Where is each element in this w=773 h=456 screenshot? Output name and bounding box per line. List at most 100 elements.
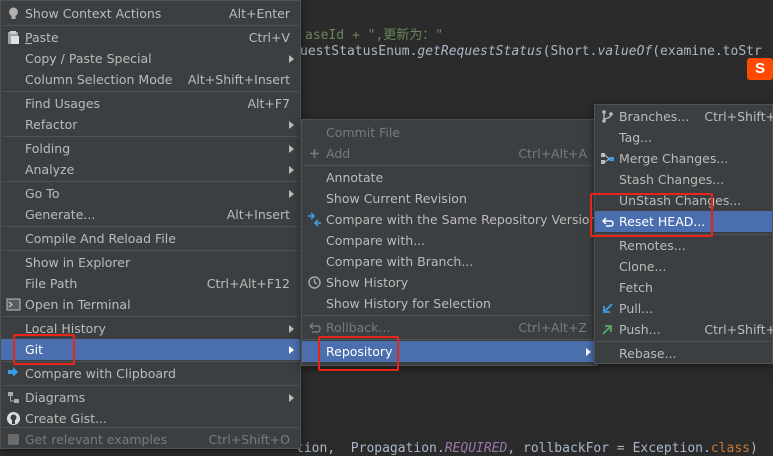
menu-separator	[303, 165, 596, 166]
highlight-box-reset-head	[590, 193, 713, 237]
code-text: (examine.toStr	[652, 44, 762, 59]
menu-item-label: Fetch	[619, 280, 653, 295]
code-text: getRequestStatus	[417, 44, 543, 59]
menu-item-rebase[interactable]: Rebase...	[595, 343, 772, 364]
menu-item-label: Tag...	[619, 130, 653, 145]
menu-item-remotes[interactable]: Remotes...	[595, 235, 772, 256]
menu-item-analyze[interactable]: Analyze	[1, 159, 300, 180]
bulb-icon	[6, 6, 21, 21]
submenu-arrow-icon	[289, 145, 294, 153]
menu-item-rollback[interactable]: Rollback... Ctrl+Alt+Z	[302, 317, 597, 338]
branch-icon	[600, 109, 615, 124]
submenu-arrow-icon	[289, 190, 294, 198]
menu-item-label: Remotes...	[619, 238, 686, 253]
menu-item-branches[interactable]: Branches... Ctrl+Shift+	[595, 106, 773, 127]
paste-icon	[6, 30, 21, 45]
menu-item-push[interactable]: Push... Ctrl+Shift+	[595, 319, 773, 340]
menu-item-tag[interactable]: Tag...	[595, 127, 772, 148]
menu-item-show-history-selection[interactable]: Show History for Selection	[302, 293, 597, 314]
submenu-arrow-icon	[289, 55, 294, 63]
menu-item-compare-with-clipboard[interactable]: Compare with Clipboard	[1, 363, 300, 384]
menu-item-label: Copy / Paste Special	[25, 51, 152, 66]
menu-item-commit-file[interactable]: Commit File	[302, 122, 597, 143]
submenu-arrow-icon	[289, 121, 294, 129]
rollback-icon	[307, 320, 322, 335]
menu-item-column-selection-mode[interactable]: Column Selection Mode Alt+Shift+Insert	[1, 69, 300, 90]
menu-item-shortcut: Ctrl+Alt+A	[518, 146, 587, 161]
terminal-icon	[6, 297, 21, 312]
menu-item-copy-paste-special[interactable]: Copy / Paste Special	[1, 48, 300, 69]
menu-item-show-current-revision[interactable]: Show Current Revision	[302, 188, 597, 209]
menu-item-label: Column Selection Mode	[25, 72, 173, 87]
menu-item-label: Pull...	[619, 301, 654, 316]
menu-separator	[596, 341, 771, 342]
menu-item-label: Folding	[25, 141, 71, 156]
menu-item-label: Find Usages	[25, 96, 101, 111]
code-text: uestStatusEnum.	[300, 44, 418, 59]
menu-item-shortcut: Alt+Insert	[226, 207, 290, 222]
menu-item-shortcut: Alt+Shift+Insert	[187, 72, 290, 87]
menu-item-label: Paste	[25, 30, 59, 45]
menu-item-compare-with[interactable]: Compare with...	[302, 230, 597, 251]
menu-item-compare-same-repo-version[interactable]: Compare with the Same Repository Version	[302, 209, 598, 230]
menu-item-diagrams[interactable]: Diagrams	[1, 387, 300, 408]
menu-item-paste[interactable]: Paste Ctrl+V	[1, 27, 300, 48]
editor-context-menu: Show Context Actions Alt+Enter Paste Ctr…	[0, 0, 301, 449]
label-rest: aste	[31, 30, 59, 45]
code-text: valueOf	[597, 44, 653, 59]
menu-separator	[2, 385, 299, 386]
diagram-icon	[6, 390, 21, 405]
menu-item-compare-with-branch[interactable]: Compare with Branch...	[302, 251, 597, 272]
menu-item-open-in-terminal[interactable]: Open in Terminal	[1, 294, 300, 315]
git-submenu: Commit File Add Ctrl+Alt+A Annotate Show…	[301, 119, 598, 366]
menu-item-label: Clone...	[619, 259, 667, 274]
menu-item-show-in-explorer[interactable]: Show in Explorer	[1, 252, 300, 273]
menu-item-folding[interactable]: Folding	[1, 138, 300, 159]
submenu-arrow-icon	[289, 346, 294, 354]
menu-item-create-gist[interactable]: Create Gist...	[1, 408, 300, 429]
menu-item-pull[interactable]: Pull...	[595, 298, 772, 319]
menu-item-label: Compile And Reload File	[25, 231, 176, 246]
menu-item-get-relevant-examples[interactable]: Get relevant examples Ctrl+Shift+O	[1, 429, 300, 450]
menu-item-label: Open in Terminal	[25, 297, 131, 312]
menu-item-merge-changes[interactable]: Merge Changes...	[595, 148, 772, 169]
menu-item-clone[interactable]: Clone...	[595, 256, 772, 277]
menu-item-label: Compare with Branch...	[326, 254, 474, 269]
menu-separator	[2, 136, 299, 137]
menu-separator	[2, 25, 299, 26]
menu-item-add[interactable]: Add Ctrl+Alt+A	[302, 143, 597, 164]
menu-item-find-usages[interactable]: Find Usages Alt+F7	[1, 93, 300, 114]
menu-item-compile-reload[interactable]: Compile And Reload File	[1, 228, 300, 249]
code-text: (Short.	[542, 44, 598, 59]
compare-icon	[6, 366, 21, 381]
menu-item-label: Branches...	[619, 109, 690, 124]
menu-item-label: Annotate	[326, 170, 384, 185]
menu-separator	[2, 250, 299, 251]
menu-item-go-to[interactable]: Go To	[1, 183, 300, 204]
menu-item-show-history[interactable]: Show History	[302, 272, 597, 293]
menu-item-label: Compare with Clipboard	[25, 366, 176, 381]
menu-item-label: File Path	[25, 276, 78, 291]
submenu-arrow-icon	[289, 166, 294, 174]
menu-item-shortcut: Ctrl+V	[248, 30, 290, 45]
watermark-logo: S	[747, 58, 773, 80]
examples-icon	[6, 432, 21, 447]
github-icon	[6, 411, 21, 426]
menu-item-annotate[interactable]: Annotate	[302, 167, 597, 188]
menu-item-label: Go To	[25, 186, 60, 201]
menu-item-generate[interactable]: Generate... Alt+Insert	[1, 204, 300, 225]
menu-item-fetch[interactable]: Fetch	[595, 277, 772, 298]
menu-item-shortcut: Ctrl+Alt+F12	[206, 276, 290, 291]
menu-item-refactor[interactable]: Refactor	[1, 114, 300, 135]
menu-item-file-path[interactable]: File Path Ctrl+Alt+F12	[1, 273, 300, 294]
menu-item-shortcut: Ctrl+Shift+	[704, 322, 773, 337]
menu-item-label: Compare with the Same Repository Version	[326, 212, 598, 227]
push-icon	[600, 322, 615, 337]
menu-item-label: Add	[326, 146, 351, 161]
menu-item-show-context-actions[interactable]: Show Context Actions Alt+Enter	[1, 3, 300, 24]
menu-item-stash-changes[interactable]: Stash Changes...	[595, 169, 772, 190]
menu-item-label: Generate...	[25, 207, 96, 222]
menu-item-shortcut: Alt+Enter	[229, 6, 290, 21]
menu-item-label: Stash Changes...	[619, 172, 725, 187]
highlight-box-repository	[318, 336, 399, 371]
